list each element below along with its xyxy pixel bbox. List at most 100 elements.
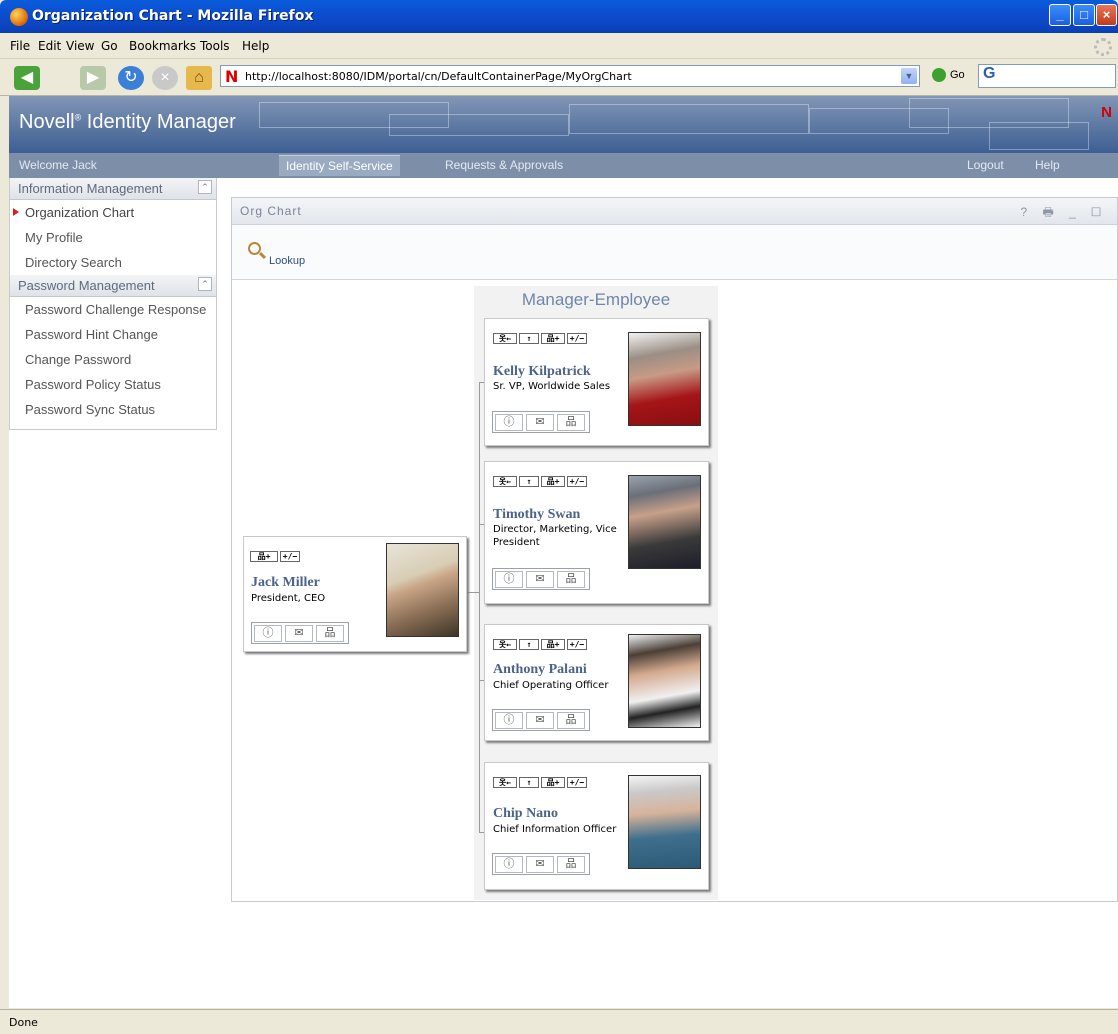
- go-button[interactable]: Go: [932, 68, 965, 82]
- person-card-root[interactable]: 品+ +/− Jack Miller President, CEO ⓘ ✉ 品: [243, 536, 467, 652]
- org-expand-button[interactable]: 品+: [541, 333, 565, 344]
- help-link[interactable]: Help: [1035, 158, 1060, 172]
- home-icon[interactable]: ⌂: [186, 66, 212, 90]
- plus-minus-button[interactable]: +/−: [567, 639, 587, 650]
- up-arrow-button[interactable]: ↑: [519, 639, 539, 650]
- org-chart-icon[interactable]: 品: [316, 625, 344, 642]
- header-banner: Novell® Identity Manager N: [9, 96, 1118, 153]
- email-icon[interactable]: ✉: [285, 625, 313, 642]
- org-expand-button[interactable]: 品+: [541, 777, 565, 788]
- sidebar-item-organization-chart[interactable]: Organization Chart: [10, 200, 216, 225]
- action-bar: ⓘ ✉ 品: [492, 411, 590, 433]
- search-box[interactable]: G: [978, 64, 1116, 88]
- section-password-management[interactable]: Password Management ⌃: [10, 275, 216, 297]
- forward-arrow-icon[interactable]: ▶: [80, 66, 106, 90]
- person-photo: [628, 475, 701, 569]
- sidebar-item-password-policy-status[interactable]: Password Policy Status: [10, 372, 216, 397]
- title-bar: Organization Chart - Mozilla Firefox _ □…: [0, 0, 1118, 33]
- menu-go[interactable]: Go: [101, 39, 118, 53]
- email-icon[interactable]: ✉: [526, 571, 554, 588]
- sidebar-item-label: My Profile: [25, 230, 83, 245]
- sidebar-item-password-challenge-response[interactable]: Password Challenge Response: [10, 297, 216, 322]
- info-icon[interactable]: ⓘ: [495, 856, 523, 873]
- menu-help[interactable]: Help: [242, 39, 269, 53]
- back-arrow-icon[interactable]: ◀: [14, 66, 40, 90]
- url-text: http://localhost:8080/IDM/portal/cn/Defa…: [245, 70, 632, 83]
- section-title: Information Management: [18, 181, 163, 196]
- address-bar[interactable]: N http://localhost:8080/IDM/portal/cn/De…: [220, 65, 920, 87]
- stop-icon[interactable]: ×: [152, 66, 178, 90]
- logout-link[interactable]: Logout: [967, 158, 1004, 172]
- org-chart-icon[interactable]: 品: [557, 571, 585, 588]
- person-card-report-4[interactable]: 옷← ↑ 品+ +/− Chip Nano Chief Information …: [484, 762, 709, 890]
- person-name[interactable]: Jack Miller: [251, 575, 320, 591]
- person-name[interactable]: Timothy Swan: [493, 507, 580, 523]
- info-icon[interactable]: ⓘ: [495, 712, 523, 729]
- user-up-button[interactable]: 옷←: [493, 639, 517, 650]
- person-title: Sr. VP, Worldwide Sales: [493, 381, 611, 392]
- person-title: President, CEO: [251, 593, 326, 604]
- collapse-icon[interactable]: ⌃: [198, 277, 212, 291]
- up-arrow-button[interactable]: ↑: [519, 476, 539, 487]
- email-icon[interactable]: ✉: [526, 414, 554, 431]
- up-arrow-button[interactable]: ↑: [519, 333, 539, 344]
- sidebar-item-password-hint-change[interactable]: Password Hint Change: [10, 322, 216, 347]
- logo-brand: Novell: [19, 111, 75, 133]
- org-chart-icon[interactable]: 品: [557, 414, 585, 431]
- up-arrow-button[interactable]: ↑: [519, 777, 539, 788]
- org-chart-icon[interactable]: 品: [557, 856, 585, 873]
- email-icon[interactable]: ✉: [526, 856, 554, 873]
- sidebar-item-directory-search[interactable]: Directory Search: [10, 250, 216, 275]
- tab-identity-self-service[interactable]: Identity Self-Service: [279, 155, 400, 176]
- magnifier-icon[interactable]: [248, 242, 261, 255]
- person-name[interactable]: Kelly Kilpatrick: [493, 364, 591, 380]
- menu-bookmarks[interactable]: Bookmarks: [129, 39, 196, 53]
- plus-minus-button[interactable]: +/−: [567, 333, 587, 344]
- reload-icon[interactable]: ↻: [118, 66, 144, 90]
- action-bar: ⓘ ✉ 品: [492, 853, 590, 875]
- email-icon[interactable]: ✉: [526, 712, 554, 729]
- person-card-report-2[interactable]: 옷← ↑ 品+ +/− Timothy Swan Director, Marke…: [484, 461, 709, 604]
- org-chart-icon[interactable]: 品: [557, 712, 585, 729]
- user-up-button[interactable]: 옷←: [493, 777, 517, 788]
- info-icon[interactable]: ⓘ: [495, 414, 523, 431]
- org-expand-button[interactable]: 品+: [541, 476, 565, 487]
- maximize-button[interactable]: □: [1073, 4, 1095, 26]
- person-name[interactable]: Anthony Palani: [493, 662, 587, 678]
- minimize-button[interactable]: _: [1049, 4, 1071, 26]
- chevron-down-icon[interactable]: ▼: [901, 68, 917, 84]
- menu-file[interactable]: File: [10, 39, 30, 53]
- sidebar-item-password-sync-status[interactable]: Password Sync Status: [10, 397, 216, 422]
- info-icon[interactable]: ⓘ: [254, 625, 282, 642]
- menu-tools[interactable]: Tools: [200, 39, 230, 53]
- close-button[interactable]: ×: [1096, 4, 1117, 26]
- info-icon[interactable]: ⓘ: [495, 571, 523, 588]
- menu-view[interactable]: View: [66, 39, 94, 53]
- plus-minus-button[interactable]: +/−: [280, 551, 300, 562]
- action-bar: ⓘ ✉ 品: [251, 622, 349, 644]
- throbber-icon: [1094, 38, 1112, 56]
- user-up-button[interactable]: 옷←: [493, 333, 517, 344]
- portlet-window-icons[interactable]: ? 🖶 _ ☐: [1020, 203, 1107, 224]
- person-name[interactable]: Chip Nano: [493, 806, 558, 822]
- plus-minus-button[interactable]: +/−: [567, 777, 587, 788]
- person-card-report-1[interactable]: 옷← ↑ 品+ +/− Kelly Kilpatrick Sr. VP, Wor…: [484, 318, 709, 446]
- section-information-management[interactable]: Information Management ⌃: [10, 178, 216, 200]
- tab-requests-approvals[interactable]: Requests & Approvals: [445, 158, 563, 172]
- sidebar-item-label: Password Challenge Response: [25, 302, 207, 317]
- go-icon: [932, 68, 946, 82]
- sidebar-item-label: Change Password: [25, 352, 132, 367]
- sidebar-item-change-password[interactable]: Change Password: [10, 347, 216, 372]
- status-text: Done: [9, 1016, 38, 1029]
- firefox-icon: [10, 8, 28, 26]
- connector-line: [467, 592, 479, 593]
- person-card-report-3[interactable]: 옷← ↑ 品+ +/− Anthony Palani Chief Operati…: [484, 624, 709, 741]
- collapse-icon[interactable]: ⌃: [198, 180, 212, 194]
- plus-minus-button[interactable]: +/−: [567, 476, 587, 487]
- org-expand-button[interactable]: 品+: [250, 551, 278, 562]
- lookup-link[interactable]: Lookup: [269, 255, 305, 267]
- user-up-button[interactable]: 옷←: [493, 476, 517, 487]
- sidebar-item-my-profile[interactable]: My Profile: [10, 225, 216, 250]
- org-expand-button[interactable]: 品+: [541, 639, 565, 650]
- menu-edit[interactable]: Edit: [38, 39, 61, 53]
